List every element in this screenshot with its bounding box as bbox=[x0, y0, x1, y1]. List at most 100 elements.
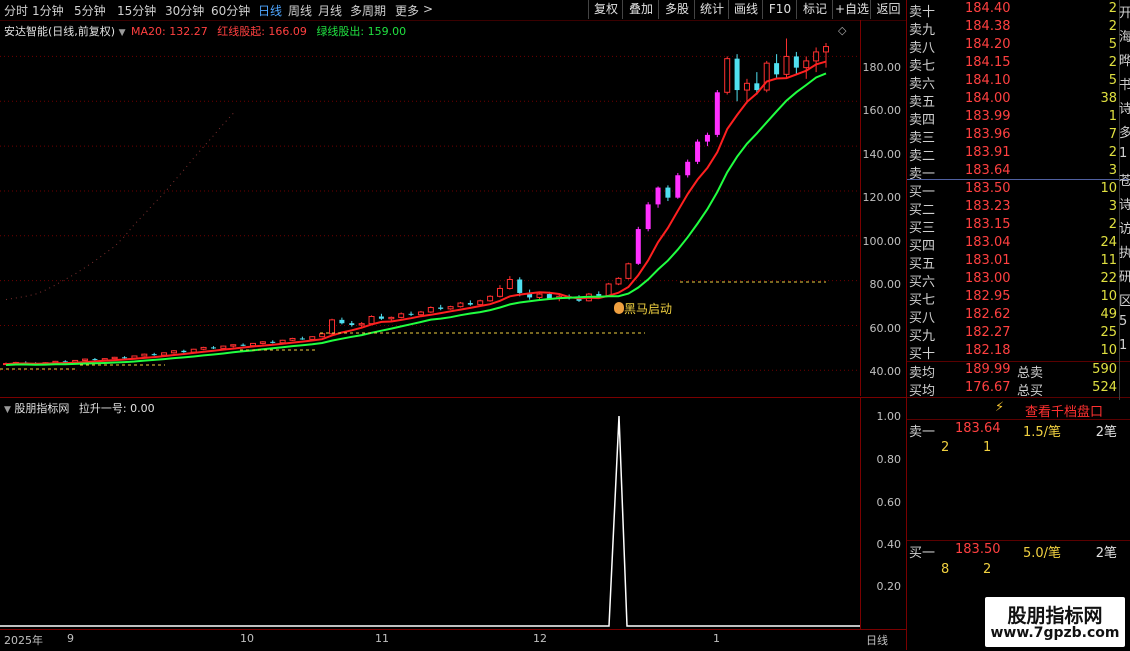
indicator-value: 拉升一号: 0.00 bbox=[78, 402, 155, 415]
period-monthly[interactable]: 月线 bbox=[318, 2, 342, 19]
candle-body bbox=[259, 341, 266, 344]
candle-body bbox=[803, 60, 810, 69]
bid-level-row[interactable]: 买一 183.50 10 bbox=[907, 181, 1119, 200]
candle-body bbox=[210, 347, 216, 349]
ask-level-label: 卖五 bbox=[909, 95, 936, 110]
ask-level-row[interactable]: 卖十 184.40 2 bbox=[907, 1, 1119, 20]
overlay-button[interactable]: 叠加 bbox=[622, 0, 659, 19]
candle-body bbox=[181, 350, 187, 353]
period-more[interactable]: 更多 bbox=[395, 2, 419, 19]
candle-body bbox=[161, 352, 168, 356]
indicator-title-row: ▼ 股朋指标网 拉升一号: 0.00 bbox=[4, 400, 155, 416]
period-label[interactable]: 日线 bbox=[866, 632, 888, 648]
bid-level-row[interactable]: 买七 182.95 10 bbox=[907, 289, 1119, 308]
bid-price: 183.23 bbox=[965, 199, 1011, 214]
time-axis: 2025年 9 10 11 12 1 日线 bbox=[0, 629, 906, 651]
period-15min[interactable]: 15分钟 bbox=[117, 2, 156, 19]
candle-body bbox=[743, 82, 750, 91]
ask-volume: 7 bbox=[1108, 127, 1117, 142]
side-char: 访 bbox=[1119, 222, 1130, 237]
add-watchlist-button[interactable]: +自选 bbox=[832, 0, 871, 19]
red-line bbox=[5, 60, 827, 366]
price-tick: 160.00 bbox=[862, 104, 902, 117]
candle-body bbox=[477, 300, 484, 306]
bid-price: 183.00 bbox=[965, 271, 1011, 286]
ask-level-row[interactable]: 卖八 184.20 5 bbox=[907, 37, 1119, 56]
candle-body bbox=[230, 344, 237, 347]
bid-level-row[interactable]: 买三 183.15 2 bbox=[907, 217, 1119, 236]
candle-body bbox=[438, 307, 444, 309]
bid-level-row[interactable]: 买四 183.04 24 bbox=[907, 235, 1119, 254]
ask-price: 183.99 bbox=[965, 109, 1011, 124]
bid-level-label: 买二 bbox=[909, 203, 936, 218]
avg-buy-value: 176.67 bbox=[965, 380, 1011, 395]
more-chevron-icon[interactable]: > bbox=[423, 2, 433, 16]
ask-level-row[interactable]: 卖六 184.10 5 bbox=[907, 73, 1119, 92]
dropdown-icon[interactable]: ▼ bbox=[119, 28, 126, 38]
period-1min[interactable]: 1分钟 bbox=[32, 2, 64, 19]
price-tick: 80.00 bbox=[869, 278, 902, 291]
candle-body bbox=[774, 63, 780, 75]
candle-body bbox=[200, 346, 207, 350]
bid-price: 182.95 bbox=[965, 289, 1011, 304]
sell1-label: 卖一 bbox=[909, 425, 936, 440]
ask-level-row[interactable]: 卖五 184.00 38 bbox=[907, 91, 1119, 110]
watermark-title: 股朋指标网 bbox=[1007, 605, 1103, 627]
candle-body bbox=[487, 295, 494, 302]
total-sell-label: 总卖 bbox=[1017, 366, 1044, 381]
candle-body bbox=[92, 359, 98, 361]
fuquan-button[interactable]: 复权 bbox=[588, 0, 623, 19]
back-button[interactable]: 返回 bbox=[870, 0, 906, 19]
candle-body bbox=[289, 337, 296, 341]
red-line-label: 红线股起: 166.09 bbox=[217, 25, 307, 38]
ask-level-row[interactable]: 卖四 183.99 1 bbox=[907, 109, 1119, 128]
mark-button[interactable]: 标记 bbox=[796, 0, 833, 19]
bid-price: 182.62 bbox=[965, 307, 1011, 322]
ask-level-row[interactable]: 卖二 183.91 2 bbox=[907, 145, 1119, 164]
candle-body bbox=[151, 354, 157, 356]
period-daily[interactable]: 日线 bbox=[258, 2, 282, 19]
time-label: 10 bbox=[240, 632, 254, 645]
buy1-price: 183.50 bbox=[955, 542, 1001, 557]
period-60min[interactable]: 60分钟 bbox=[211, 2, 250, 19]
buy1-queue-row: 买一 183.50 5.0/笔 2笔 bbox=[907, 542, 1119, 561]
buy1-label: 买一 bbox=[909, 546, 936, 561]
period-30min[interactable]: 30分钟 bbox=[165, 2, 204, 19]
bid-level-row[interactable]: 买六 183.00 22 bbox=[907, 271, 1119, 290]
diamond-icon[interactable]: ◇ bbox=[838, 24, 846, 37]
dropdown-icon[interactable]: ▼ bbox=[4, 405, 11, 415]
f10-button[interactable]: F10 bbox=[762, 0, 797, 19]
total-sell-value: 590 bbox=[1092, 362, 1117, 377]
ask-level-label: 卖四 bbox=[909, 113, 936, 128]
ask-level-row[interactable]: 卖七 184.15 2 bbox=[907, 55, 1119, 74]
bid-level-row[interactable]: 买二 183.23 3 bbox=[907, 199, 1119, 218]
bid-level-row[interactable]: 买八 182.62 49 bbox=[907, 307, 1119, 326]
bid-level-row[interactable]: 买九 182.27 25 bbox=[907, 325, 1119, 344]
indicator-chart[interactable]: ▼ 股朋指标网 拉升一号: 0.00 bbox=[0, 397, 860, 630]
candle-body bbox=[408, 313, 414, 315]
period-weekly[interactable]: 周线 bbox=[288, 2, 312, 19]
multi-stock-button[interactable]: 多股 bbox=[658, 0, 695, 19]
candle-body bbox=[793, 56, 799, 68]
candle-body bbox=[249, 342, 256, 347]
period-5min[interactable]: 5分钟 bbox=[74, 2, 106, 19]
price-tick: 100.00 bbox=[862, 235, 902, 248]
side-char: 苍 bbox=[1119, 174, 1130, 189]
bid-level-row[interactable]: 买五 183.01 11 bbox=[907, 253, 1119, 272]
candle-body bbox=[625, 263, 632, 279]
bid-level-row[interactable]: 买十 182.18 10 bbox=[907, 343, 1119, 362]
view-depth-link[interactable]: 查看千档盘口 bbox=[1025, 401, 1103, 420]
ask-level-label: 卖三 bbox=[909, 131, 936, 146]
ask-level-row[interactable]: 卖三 183.96 7 bbox=[907, 127, 1119, 146]
ask-level-row[interactable]: 卖九 184.38 2 bbox=[907, 19, 1119, 38]
buy1-avg: 5.0/笔 bbox=[1023, 546, 1062, 561]
period-multi[interactable]: 多周期 bbox=[350, 2, 386, 19]
time-label: 2025年 bbox=[4, 634, 43, 647]
draw-line-button[interactable]: 画线 bbox=[728, 0, 763, 19]
bid-level-label: 买六 bbox=[909, 275, 936, 290]
bid-level-label: 买八 bbox=[909, 311, 936, 326]
candle-body bbox=[763, 62, 770, 91]
main-kline-chart[interactable]: 安达智能(日线,前复权) ▼ MA20: 132.27 红线股起: 166.09… bbox=[0, 20, 860, 396]
period-fenshi[interactable]: 分时 bbox=[4, 2, 28, 19]
stats-button[interactable]: 统计 bbox=[694, 0, 729, 19]
